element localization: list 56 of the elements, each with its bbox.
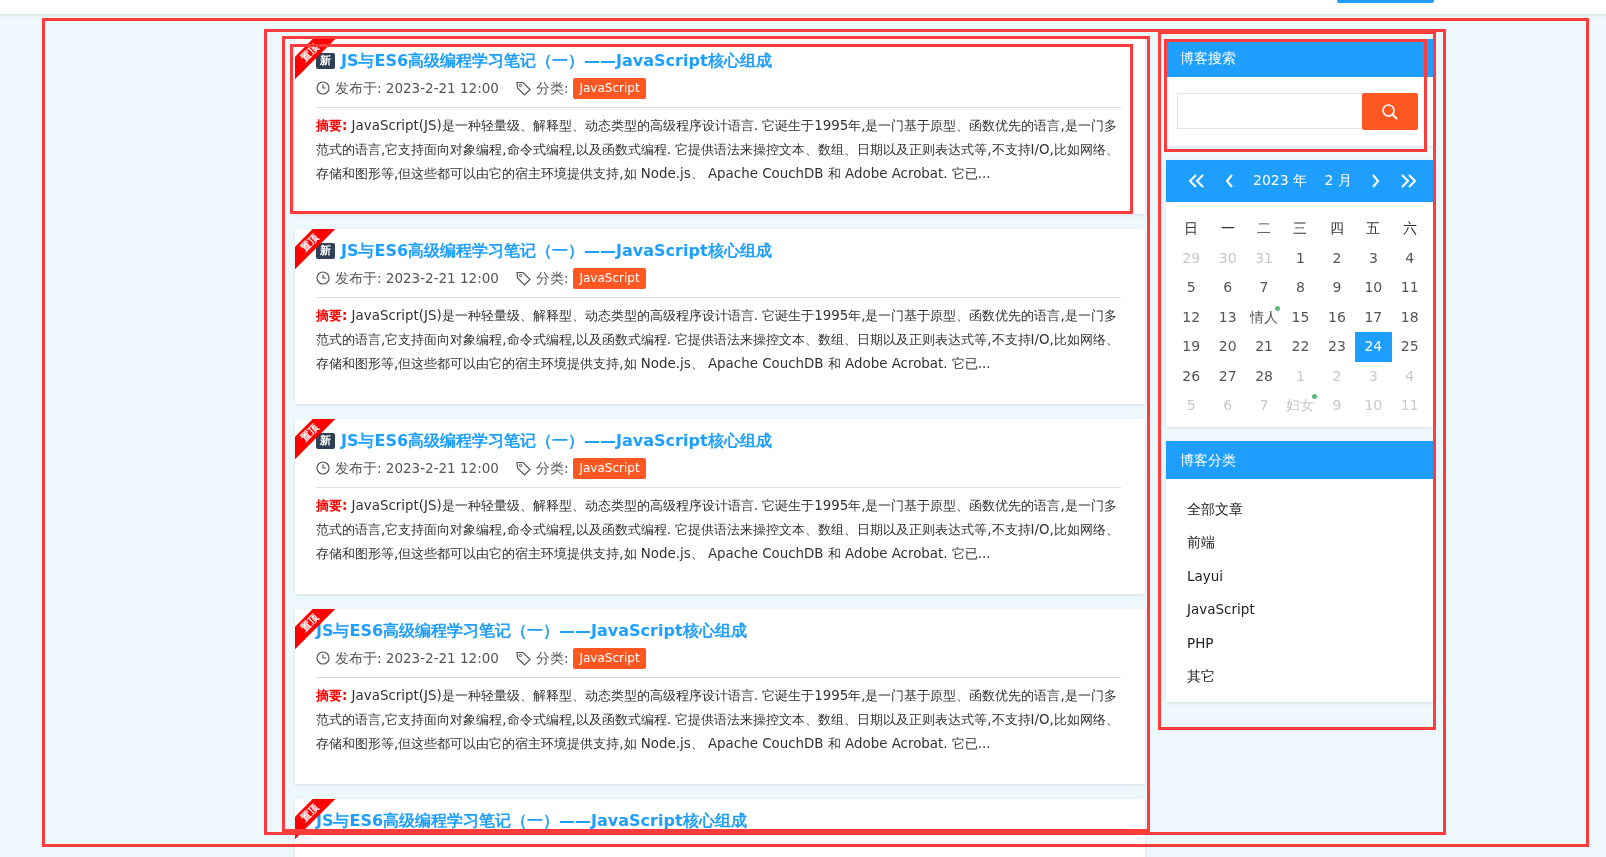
- calendar-day[interactable]: 4: [1391, 243, 1428, 273]
- publish-date: 发布于: 2023-2-21 12:00: [335, 649, 499, 668]
- calendar-day[interactable]: 17: [1355, 302, 1392, 332]
- weekday-label: 日: [1183, 219, 1200, 238]
- calendar-day[interactable]: 27: [1209, 361, 1246, 391]
- category-link[interactable]: 前端: [1187, 534, 1215, 550]
- category-label: 分类:: [535, 649, 569, 668]
- calendar-day[interactable]: 21: [1245, 332, 1283, 362]
- calendar-day[interactable]: 23: [1318, 332, 1356, 362]
- weekday-label: 一: [1219, 219, 1236, 238]
- weekday-label: 二: [1256, 219, 1273, 238]
- calendar-day[interactable]: 6: [1209, 273, 1246, 303]
- panel-title: 博客分类: [1166, 440, 1435, 479]
- calendar-day[interactable]: 10: [1355, 273, 1392, 303]
- new-badge: 新: [316, 53, 335, 69]
- category-label: 分类:: [535, 79, 569, 98]
- post-summary: 摘要: JavaScript(JS)是一种轻量级、解释型、动态类型的高级程序设计语言. 它诞生于1995年,是一门基于原型、函数优先的语言,是一门多范式的语言,它支持面向对象编程,命令式编程,以及函数式编程. 它提供语法来操控文本、数组、日期以及正则表达式等,不支持I/O,比如网络、存储和图形等,但这些都可以由它的宿主环境提供支持,如 Node.js、 Apache CouchDB 和 Adobe Acrobat. 它已...: [316, 117, 1120, 183]
- calendar-day[interactable]: 2: [1318, 243, 1356, 273]
- calendar-day[interactable]: 11: [1391, 273, 1428, 303]
- calendar-day[interactable]: 1: [1282, 243, 1319, 273]
- calendar-day[interactable]: 28: [1245, 361, 1283, 391]
- category-link[interactable]: Layui: [1187, 567, 1224, 584]
- weekday-label: 六: [1401, 219, 1418, 238]
- weekday-label: 五: [1365, 219, 1382, 238]
- weekday-label: 四: [1328, 219, 1345, 238]
- calendar-day[interactable]: 25: [1391, 332, 1428, 362]
- calendar-day[interactable]: 5: [1173, 273, 1210, 303]
- calendar-day[interactable]: 20: [1209, 332, 1246, 362]
- calendar-day[interactable]: 3: [1355, 243, 1392, 273]
- category-link[interactable]: JavaScript: [1187, 601, 1255, 617]
- calendar-day[interactable]: 26: [1173, 361, 1210, 391]
- category-link[interactable]: 全部文章: [1187, 500, 1243, 517]
- category-label: 分类:: [535, 269, 569, 288]
- category-link[interactable]: 其它: [1187, 668, 1215, 684]
- weekday-label: 三: [1292, 219, 1309, 238]
- category-label: 分类:: [535, 459, 569, 478]
- calendar-day[interactable]: 16: [1318, 302, 1356, 332]
- calendar-day[interactable]: 情人: [1245, 302, 1283, 332]
- post-summary: 摘要: JavaScript(JS)是一种轻量级、解释型、动态类型的高级程序设计语言. 它诞生于1995年,是一门基于原型、函数优先的语言,是一门多范式的语言,它支持面向对象编程,命令式编程,以及函数式编程. 它提供语法来操控文本、数组、日期以及正则表达式等,不支持I/O,比如网络、存储和图形等,但这些都可以由它的宿主环境提供支持,如 Node.js、 Apache CouchDB 和 Adobe Acrobat. 它已...: [316, 687, 1120, 753]
- publish-date: 发布于: 2023-2-21 12:00: [335, 79, 499, 98]
- calendar-day[interactable]: 9: [1318, 273, 1356, 303]
- post-summary: 摘要: JavaScript(JS)是一种轻量级、解释型、动态类型的高级程序设计语言. 它诞生于1995年,是一门基于原型、函数优先的语言,是一门多范式的语言,它支持面向对象编程,命令式编程,以及函数式编程. 它提供语法来操控文本、数组、日期以及正则表达式等,不支持I/O,比如网络、存储和图形等,但这些都可以由它的宿主环境提供支持,如 Node.js、 Apache CouchDB 和 Adobe Acrobat. 它已...: [316, 497, 1120, 563]
- publish-date: 发布于: 2023-2-21 12:00: [335, 269, 499, 288]
- calendar-day[interactable]: 22: [1282, 332, 1319, 362]
- publish-date: 发布于: 2023-2-21 12:00: [335, 459, 499, 478]
- new-badge: 新: [316, 433, 335, 449]
- new-badge: 新: [316, 243, 335, 259]
- calendar-day[interactable]: 8: [1282, 273, 1319, 303]
- calendar-day[interactable]: 7: [1245, 273, 1283, 303]
- category-link[interactable]: PHP: [1187, 634, 1214, 651]
- calendar-day[interactable]: 15: [1282, 302, 1319, 332]
- calendar-day[interactable]: 18: [1391, 302, 1428, 332]
- calendar-day[interactable]: 13: [1209, 302, 1246, 332]
- calendar-day[interactable]: 19: [1173, 332, 1210, 362]
- calendar-day[interactable]: 12: [1173, 302, 1210, 332]
- post-summary: 摘要: JavaScript(JS)是一种轻量级、解释型、动态类型的高级程序设计语言. 它诞生于1995年,是一门基于原型、函数优先的语言,是一门多范式的语言,它支持面向对象编程,命令式编程,以及函数式编程. 它提供语法来操控文本、数组、日期以及正则表达式等,不支持I/O,比如网络、存储和图形等,但这些都可以由它的宿主环境提供支持,如 Node.js、 Apache CouchDB 和 Adobe Acrobat. 它已...: [316, 307, 1120, 373]
